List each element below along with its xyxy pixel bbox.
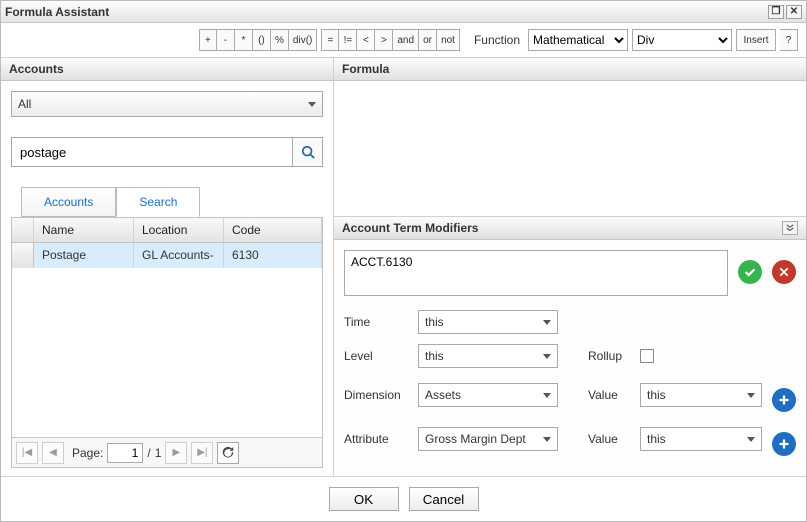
tab-accounts[interactable]: Accounts xyxy=(21,187,116,217)
formula-assistant-window: Formula Assistant ❐ ✕ + - * () % div() =… xyxy=(0,0,807,522)
time-value: this xyxy=(425,315,444,329)
chevron-down-icon xyxy=(543,320,551,325)
pager-first-button[interactable]: |◀ xyxy=(16,442,38,464)
chevron-down-icon xyxy=(308,102,316,107)
attr-value-label: Value xyxy=(588,432,630,446)
level-select[interactable]: this xyxy=(418,344,558,368)
pager-sep: / xyxy=(147,446,150,460)
time-select[interactable]: this xyxy=(418,310,558,334)
cmp-lt-button[interactable]: < xyxy=(357,29,375,51)
confirm-term-button[interactable] xyxy=(738,260,762,284)
cancel-term-button[interactable] xyxy=(772,260,796,284)
accounts-header-label: Accounts xyxy=(9,62,64,76)
op-plus-button[interactable]: + xyxy=(199,29,217,51)
function-name-select[interactable]: Div xyxy=(632,29,732,51)
dimension-value-select[interactable]: this xyxy=(640,383,762,407)
modifiers-header: Account Term Modifiers xyxy=(334,217,806,240)
close-button[interactable]: ✕ xyxy=(786,5,802,19)
op-mult-button[interactable]: * xyxy=(235,29,253,51)
pager-label: Page: xyxy=(72,446,103,460)
operator-group: + - * () % div() xyxy=(199,29,317,51)
insert-function-button[interactable]: Insert xyxy=(736,29,776,51)
op-minus-button[interactable]: - xyxy=(217,29,235,51)
check-icon xyxy=(743,265,757,279)
pager-current-input[interactable] xyxy=(107,443,143,463)
dimension-select[interactable]: Assets xyxy=(418,383,558,407)
tab-search[interactable]: Search xyxy=(116,187,200,217)
maximize-button[interactable]: ❐ xyxy=(768,5,784,19)
chevron-down-icon xyxy=(747,437,755,442)
formula-header: Formula xyxy=(334,58,806,81)
rollup-label: Rollup xyxy=(588,349,630,363)
cmp-and-button[interactable]: and xyxy=(393,29,419,51)
function-group-select[interactable]: Mathematical xyxy=(528,29,628,51)
accounts-header: Accounts xyxy=(1,58,333,81)
search-icon xyxy=(301,145,315,159)
cell-name: Postage xyxy=(34,243,134,267)
level-label: Level xyxy=(344,349,408,363)
account-term-input[interactable]: ACCT.6130 xyxy=(344,250,728,296)
attribute-value-select[interactable]: this xyxy=(640,427,762,451)
col-code[interactable]: Code xyxy=(224,218,322,242)
titlebar: Formula Assistant ❐ ✕ xyxy=(1,1,806,23)
plus-icon xyxy=(778,438,790,450)
op-div-button[interactable]: div() xyxy=(289,29,317,51)
formula-header-label: Formula xyxy=(342,62,389,76)
add-attribute-button[interactable] xyxy=(772,432,796,456)
chevron-down-icon xyxy=(543,354,551,359)
window-title: Formula Assistant xyxy=(5,5,109,19)
cancel-button[interactable]: Cancel xyxy=(409,487,479,511)
cmp-gt-button[interactable]: > xyxy=(375,29,393,51)
account-scope-value: All xyxy=(18,97,31,111)
op-paren-button[interactable]: () xyxy=(253,29,271,51)
pager-refresh-button[interactable] xyxy=(217,442,239,464)
pager-prev-button[interactable]: ◀ xyxy=(42,442,64,464)
x-icon xyxy=(778,266,790,278)
rollup-checkbox[interactable] xyxy=(640,349,654,363)
attribute-value: Gross Margin Dept xyxy=(425,432,526,446)
compare-group: = != < > and or not xyxy=(321,29,460,51)
formula-toolbar: + - * () % div() = != < > and or not Fun… xyxy=(199,29,798,51)
function-label: Function xyxy=(474,33,520,47)
modifiers-header-label: Account Term Modifiers xyxy=(342,221,478,235)
chevron-down-icon xyxy=(543,393,551,398)
dimension-value: Assets xyxy=(425,388,461,402)
cmp-eq-button[interactable]: = xyxy=(321,29,339,51)
attribute-select[interactable]: Gross Margin Dept xyxy=(418,427,558,451)
attribute-label: Attribute xyxy=(344,432,408,446)
chevron-double-down-icon xyxy=(786,224,794,232)
cmp-neq-button[interactable]: != xyxy=(339,29,357,51)
cell-code: 6130 xyxy=(224,243,322,267)
dimension-label: Dimension xyxy=(344,388,408,402)
refresh-icon xyxy=(222,447,234,459)
accounts-grid: Name Location Code Postage GL Accounts- … xyxy=(11,217,323,468)
time-label: Time xyxy=(344,315,408,329)
dim-value-label: Value xyxy=(588,388,630,402)
attribute-value2: this xyxy=(647,432,666,446)
cmp-or-button[interactable]: or xyxy=(419,29,437,51)
dimension-value2: this xyxy=(647,388,666,402)
cmp-not-button[interactable]: not xyxy=(437,29,460,51)
account-search-input[interactable] xyxy=(11,137,293,167)
op-percent-button[interactable]: % xyxy=(271,29,289,51)
account-scope-select[interactable]: All xyxy=(11,91,323,117)
chevron-down-icon xyxy=(543,437,551,442)
level-value: this xyxy=(425,349,444,363)
pager: |◀ ◀ Page: / 1 ▶ ▶| xyxy=(12,437,322,467)
help-button[interactable]: ? xyxy=(780,29,798,51)
pager-next-button[interactable]: ▶ xyxy=(165,442,187,464)
col-name[interactable]: Name xyxy=(34,218,134,242)
pager-last-button[interactable]: ▶| xyxy=(191,442,213,464)
chevron-down-icon xyxy=(747,393,755,398)
pager-total: 1 xyxy=(155,446,162,460)
search-button[interactable] xyxy=(293,137,323,167)
col-location[interactable]: Location xyxy=(134,218,224,242)
table-row[interactable]: Postage GL Accounts- 6130 xyxy=(12,243,322,268)
cell-location: GL Accounts- xyxy=(134,243,224,267)
collapse-modifiers-button[interactable] xyxy=(782,221,798,235)
ok-button[interactable]: OK xyxy=(329,487,399,511)
add-dimension-button[interactable] xyxy=(772,388,796,412)
formula-editor[interactable] xyxy=(334,81,806,217)
plus-icon xyxy=(778,394,790,406)
